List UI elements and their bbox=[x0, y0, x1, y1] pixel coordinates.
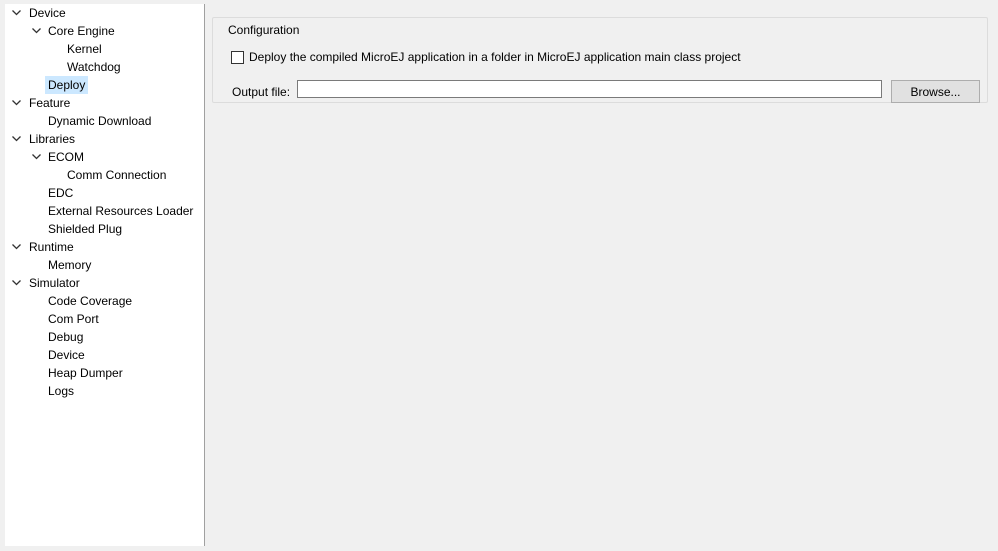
tree-item-label: EDC bbox=[48, 186, 74, 200]
chevron-down-icon[interactable] bbox=[10, 94, 22, 112]
tree-item-label: Libraries bbox=[29, 132, 76, 146]
configuration-group: Configuration Deploy the compiled MicroE… bbox=[212, 17, 988, 103]
tree-item-edc[interactable]: EDC bbox=[5, 184, 204, 202]
tree-item-external-resources-loader[interactable]: External Resources Loader bbox=[5, 202, 204, 220]
tree-item-label: Comm Connection bbox=[67, 168, 167, 182]
tree-item-core-engine[interactable]: Core Engine bbox=[5, 22, 204, 40]
tree-item-label: Debug bbox=[48, 330, 84, 344]
tree-item-label: Dynamic Download bbox=[48, 114, 152, 128]
tree-item-label: Watchdog bbox=[67, 60, 121, 74]
tree-item-label: Shielded Plug bbox=[48, 222, 123, 236]
tree-item-logs[interactable]: Logs bbox=[5, 382, 204, 400]
chevron-down-icon[interactable] bbox=[30, 22, 42, 40]
deploy-checkbox-label: Deploy the compiled MicroEJ application … bbox=[249, 50, 741, 64]
tree-item-label: ECOM bbox=[48, 150, 84, 164]
tree-item-debug[interactable]: Debug bbox=[5, 328, 204, 346]
chevron-down-icon[interactable] bbox=[10, 238, 22, 256]
chevron-down-icon[interactable] bbox=[10, 274, 22, 292]
tree-item-memory[interactable]: Memory bbox=[5, 256, 204, 274]
tree-item-label: Runtime bbox=[29, 240, 74, 254]
browse-button[interactable]: Browse... bbox=[891, 80, 980, 103]
tree-item-libraries[interactable]: Libraries bbox=[5, 130, 204, 148]
tree-item-runtime[interactable]: Runtime bbox=[5, 238, 204, 256]
tree-item-watchdog[interactable]: Watchdog bbox=[5, 58, 204, 76]
tree-item-device[interactable]: Device bbox=[5, 346, 204, 364]
chevron-down-icon[interactable] bbox=[30, 148, 42, 166]
tree-item-label: Code Coverage bbox=[48, 294, 133, 308]
tree-item-feature[interactable]: Feature bbox=[5, 94, 204, 112]
tree-item-ecom[interactable]: ECOM bbox=[5, 148, 204, 166]
tree-item-label: Com Port bbox=[48, 312, 99, 326]
tree-item-comm-connection[interactable]: Comm Connection bbox=[5, 166, 204, 184]
deploy-settings-panel: Configuration Deploy the compiled MicroE… bbox=[206, 4, 998, 551]
tree-item-label: Core Engine bbox=[48, 24, 115, 38]
tree-item-label: Simulator bbox=[29, 276, 80, 290]
output-file-row: Output file: bbox=[232, 80, 290, 104]
tree-item-dynamic-download[interactable]: Dynamic Download bbox=[5, 112, 204, 130]
tree-item-label: Logs bbox=[48, 384, 75, 398]
tree-item-label: Feature bbox=[29, 96, 71, 110]
output-file-label: Output file: bbox=[232, 85, 291, 99]
tree-item-kernel[interactable]: Kernel bbox=[5, 40, 204, 58]
tree-item-label: Device bbox=[29, 6, 66, 20]
tree-item-deploy[interactable]: Deploy bbox=[5, 76, 204, 94]
output-file-input[interactable] bbox=[297, 80, 882, 98]
tree-item-heap-dumper[interactable]: Heap Dumper bbox=[5, 364, 204, 382]
tree-item-shielded-plug[interactable]: Shielded Plug bbox=[5, 220, 204, 238]
tree-item-device[interactable]: Device bbox=[5, 4, 204, 22]
configuration-group-title: Configuration bbox=[224, 23, 304, 37]
tree-item-code-coverage[interactable]: Code Coverage bbox=[5, 292, 204, 310]
tree-item-label: Memory bbox=[48, 258, 92, 272]
tree-item-label: External Resources Loader bbox=[48, 204, 194, 218]
deploy-checkbox[interactable] bbox=[231, 50, 244, 64]
tree-item-simulator[interactable]: Simulator bbox=[5, 274, 204, 292]
tree-item-label: Heap Dumper bbox=[48, 366, 123, 380]
tree-item-label: Kernel bbox=[67, 42, 102, 56]
tree-item-label: Deploy bbox=[45, 76, 89, 94]
tree-item-com-port[interactable]: Com Port bbox=[5, 310, 204, 328]
chevron-down-icon[interactable] bbox=[10, 4, 22, 22]
chevron-down-icon[interactable] bbox=[10, 130, 22, 148]
deploy-checkbox-row[interactable]: Deploy the compiled MicroEJ application … bbox=[231, 49, 741, 65]
settings-tree: Device Core Engine Kernel Watchdog Deploy Fea… bbox=[5, 4, 205, 546]
tree-item-label: Device bbox=[48, 348, 85, 362]
